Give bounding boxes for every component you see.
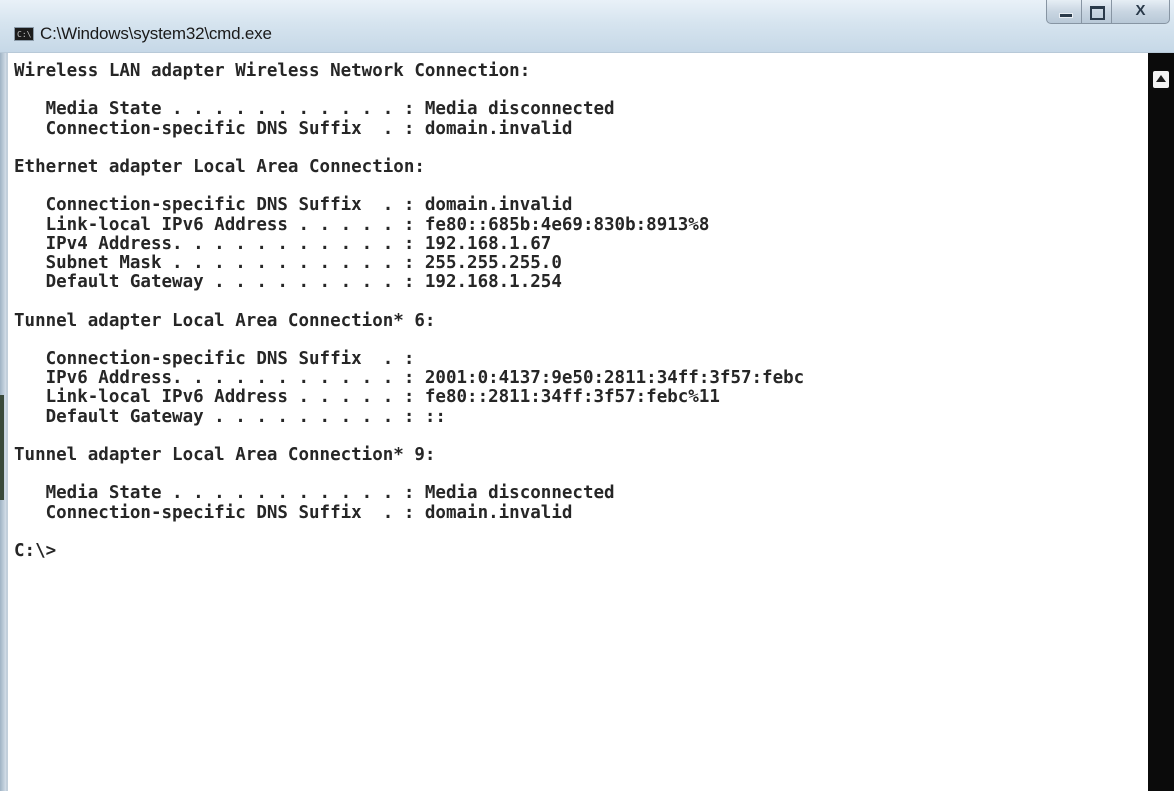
caption-buttons: X bbox=[1046, 0, 1170, 26]
console-line: IPv6 Address. . . . . . . . . . . : 2001… bbox=[14, 368, 805, 389]
scroll-track[interactable] bbox=[1153, 91, 1169, 791]
console-line: Subnet Mask . . . . . . . . . . . : 255.… bbox=[14, 253, 562, 274]
console-line: IPv4 Address. . . . . . . . . . . : 192.… bbox=[14, 233, 552, 254]
scroll-up-arrow-icon bbox=[1156, 75, 1166, 82]
vertical-scrollbar[interactable] bbox=[1148, 53, 1174, 791]
close-icon: X bbox=[1135, 2, 1146, 19]
maximize-icon bbox=[1090, 6, 1105, 20]
title-bar[interactable]: C:\ C:\Windows\system32\cmd.exe X bbox=[0, 0, 1174, 53]
close-button[interactable]: X bbox=[1112, 0, 1170, 24]
console-line: Connection-specific DNS Suffix . : bbox=[14, 349, 415, 370]
console-line: C:\> bbox=[14, 541, 57, 562]
minimize-icon bbox=[1059, 13, 1073, 18]
minimize-button[interactable] bbox=[1046, 0, 1082, 24]
console-line: Default Gateway . . . . . . . . . : :: bbox=[14, 406, 446, 427]
console-line: Connection-specific DNS Suffix . : domai… bbox=[14, 195, 573, 216]
window-title: C:\Windows\system32\cmd.exe bbox=[40, 24, 272, 43]
console-line: Link-local IPv6 Address . . . . . : fe80… bbox=[14, 214, 710, 235]
console-line: Ethernet adapter Local Area Connection: bbox=[14, 157, 425, 178]
console-line: Tunnel adapter Local Area Connection* 9: bbox=[14, 445, 436, 466]
console-output[interactable]: Wireless LAN adapter Wireless Network Co… bbox=[14, 61, 805, 562]
console-line: Tunnel adapter Local Area Connection* 6: bbox=[14, 310, 436, 331]
console-line: Media State . . . . . . . . . . . : Medi… bbox=[14, 483, 615, 504]
cmd-window: C:\ C:\Windows\system32\cmd.exe X Wirele… bbox=[0, 0, 1174, 791]
console-line: Connection-specific DNS Suffix . : domai… bbox=[14, 502, 573, 523]
maximize-button[interactable] bbox=[1082, 0, 1112, 24]
console-line: Connection-specific DNS Suffix . : domai… bbox=[14, 118, 573, 139]
console-line: Link-local IPv6 Address . . . . . : fe80… bbox=[14, 387, 720, 408]
console-line: Default Gateway . . . . . . . . . : 192.… bbox=[14, 272, 562, 293]
console-line: Media State . . . . . . . . . . . : Medi… bbox=[14, 99, 615, 120]
console-line: Wireless LAN adapter Wireless Network Co… bbox=[14, 61, 531, 81]
scroll-up-button[interactable] bbox=[1153, 71, 1169, 88]
console-app-icon[interactable]: C:\ bbox=[14, 27, 34, 41]
window-left-border-shadow bbox=[0, 395, 4, 500]
